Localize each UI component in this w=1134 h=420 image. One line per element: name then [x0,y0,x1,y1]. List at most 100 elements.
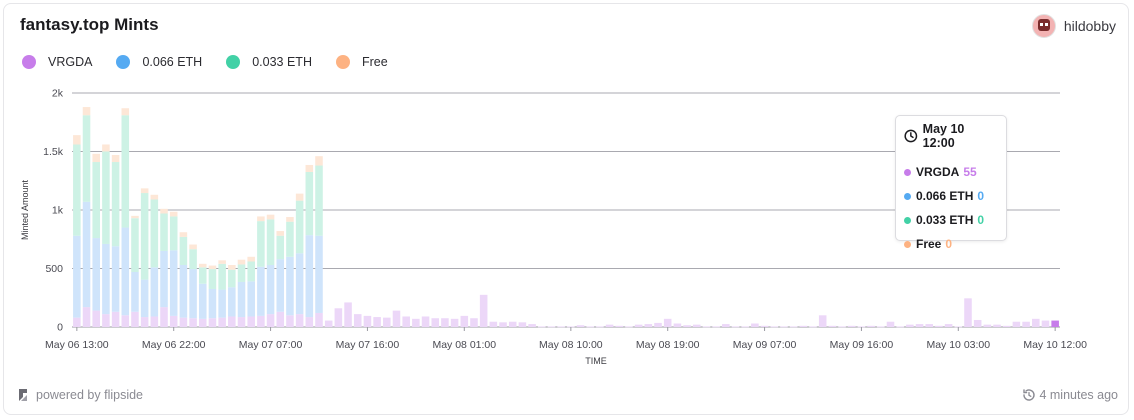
bar-segment[interactable] [150,194,159,200]
bar-segment[interactable] [305,171,314,236]
bar-segment[interactable] [1051,320,1059,327]
bar-segment[interactable] [615,325,624,327]
bar-segment[interactable] [111,155,120,163]
bar-segment[interactable] [722,324,730,327]
bar-segment[interactable] [160,213,168,251]
bar-segment[interactable] [131,215,139,219]
bar-segment[interactable] [82,201,91,308]
bar-segment[interactable] [208,288,217,319]
bar-segment[interactable] [634,324,643,327]
bar-segment[interactable] [383,317,391,327]
bar-segment[interactable] [140,317,149,327]
bar-segment[interactable] [150,267,159,317]
bar-segment[interactable] [315,156,323,166]
bar-segment[interactable] [121,108,130,116]
bar-segment[interactable] [1032,318,1040,327]
bar-segment[interactable] [518,322,527,327]
bar-segment[interactable] [237,259,246,265]
bar-segment[interactable] [198,283,207,319]
bar-segment[interactable] [179,236,188,265]
bar-segment[interactable] [266,214,275,220]
bar-segment[interactable] [286,315,294,327]
bar-segment[interactable] [218,289,226,318]
bar-segment[interactable] [363,315,372,327]
bar-segment[interactable] [489,321,498,327]
bar-segment[interactable] [266,314,275,327]
bar-segment[interactable] [373,317,381,327]
bar-segment[interactable] [654,322,662,327]
bar-segment[interactable] [131,272,139,312]
bar-segment[interactable] [237,281,246,318]
bar-segment[interactable] [218,317,226,327]
bar-segment[interactable] [547,326,556,328]
bar-segment[interactable] [470,318,478,327]
bar-segment[interactable] [877,326,885,328]
bar-segment[interactable] [276,231,285,236]
bar-segment[interactable] [179,232,188,237]
bar-segment[interactable] [140,193,149,280]
bar-segment[interactable] [257,216,265,222]
bar-segment[interactable] [576,325,585,327]
bar-segment[interactable] [838,326,846,328]
bar-segment[interactable] [1022,321,1030,327]
bar-segment[interactable] [131,218,139,273]
bar-segment[interactable] [983,324,992,327]
bar-segment[interactable] [189,318,197,327]
bar-segment[interactable] [169,315,178,327]
bar-segment[interactable] [189,249,197,270]
bar-segment[interactable] [596,326,604,328]
bar-segment[interactable] [121,315,130,327]
bar-segment[interactable] [189,269,197,319]
bar-segment[interactable] [295,253,304,315]
bar-segment[interactable] [450,318,459,327]
bar-segment[interactable] [431,318,440,327]
bar-segment[interactable] [82,115,91,202]
bar-segment[interactable] [886,321,895,327]
bar-segment[interactable] [237,264,246,282]
bar-segment[interactable] [702,326,711,328]
bar-segment[interactable] [160,208,168,214]
bar-segment[interactable] [208,318,217,327]
bar-segment[interactable] [73,235,81,318]
bar-segment[interactable] [111,246,120,312]
bar-segment[interactable] [305,235,314,318]
bar-segment[interactable] [102,243,110,315]
bar-segment[interactable] [305,164,314,172]
bar-segment[interactable] [73,317,81,327]
bar-segment[interactable] [402,316,410,327]
bar-segment[interactable] [993,324,1001,327]
bar-segment[interactable] [789,326,798,328]
bar-segment[interactable] [295,314,304,327]
bar-segment[interactable] [412,318,420,327]
bar-segment[interactable] [257,315,265,327]
bar-segment[interactable] [673,323,682,327]
bar-segment[interactable] [276,235,285,260]
bar-segment[interactable] [111,162,120,247]
bar-segment[interactable] [692,324,701,327]
bar-segment[interactable] [276,259,285,312]
bar-segment[interactable] [760,325,769,327]
bar-segment[interactable] [295,200,304,254]
bar-segment[interactable] [421,316,430,327]
bar-segment[interactable] [663,318,672,327]
bar-segment[interactable] [441,318,449,327]
bar-segment[interactable] [1002,325,1011,327]
bar-segment[interactable] [140,279,149,318]
bar-segment[interactable] [305,317,314,327]
bar-segment[interactable] [741,326,749,328]
bar-segment[interactable] [315,165,323,236]
bar-segment[interactable] [479,294,488,327]
bar-segment[interactable] [973,319,982,327]
bar-segment[interactable] [189,244,197,250]
bar-segment[interactable] [751,323,759,327]
bar-segment[interactable] [247,316,255,327]
bar-segment[interactable] [315,312,323,327]
bar-segment[interactable] [286,256,294,316]
bar-segment[interactable] [92,310,100,327]
bar-segment[interactable] [247,261,255,282]
bar-segment[interactable] [925,324,934,327]
bar-segment[interactable] [73,144,81,236]
bar-segment[interactable] [92,238,100,311]
bar-segment[interactable] [266,219,275,265]
bar-segment[interactable] [179,317,188,327]
